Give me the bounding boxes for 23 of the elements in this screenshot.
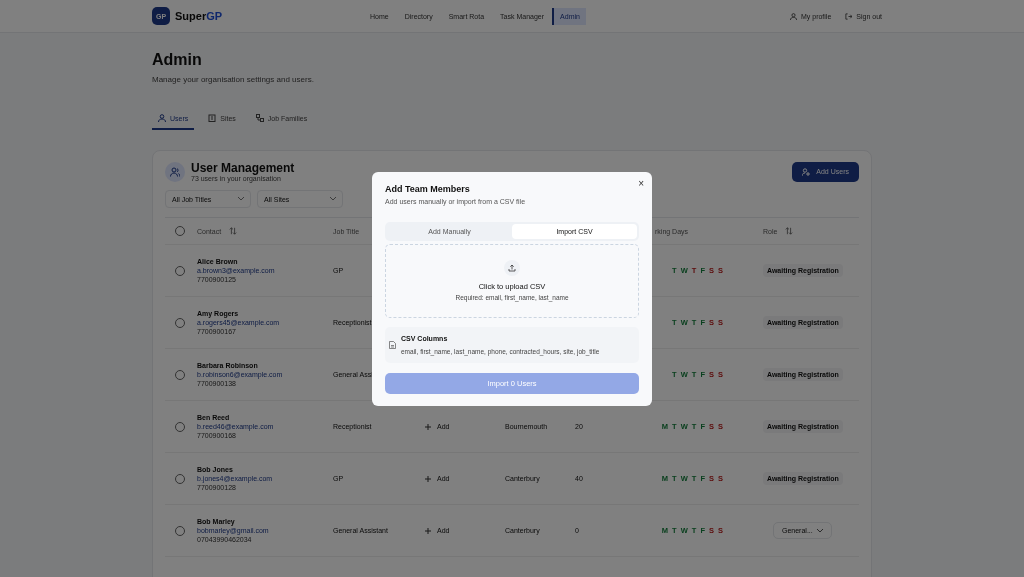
file-icon [389, 340, 396, 349]
sign-out-icon[interactable] [845, 12, 853, 20]
user-icon[interactable] [789, 12, 797, 20]
add-user-icon [802, 167, 811, 176]
plus-icon[interactable] [425, 475, 431, 482]
upload-icon [504, 260, 520, 276]
dialog-title: Add Team Members [385, 183, 471, 194]
building-icon [208, 114, 217, 122]
chevron-icon [238, 197, 244, 201]
chevron-icon [816, 528, 823, 533]
chevron-icon [330, 197, 336, 201]
close-button[interactable]: × [638, 177, 644, 189]
sort-icon[interactable] [229, 227, 238, 235]
brand-name[interactable]: SuperGP [175, 10, 223, 22]
plus-icon[interactable] [425, 527, 431, 534]
page-subtitle: Manage your organisation settings and users. [152, 75, 315, 84]
sort-icon[interactable] [785, 227, 794, 235]
users-icon [165, 161, 185, 182]
network-icon [255, 114, 264, 122]
page-title: Admin [152, 51, 203, 69]
plus-icon[interactable] [425, 423, 431, 430]
user-icon [158, 114, 166, 122]
card-title: User Management [191, 161, 295, 175]
